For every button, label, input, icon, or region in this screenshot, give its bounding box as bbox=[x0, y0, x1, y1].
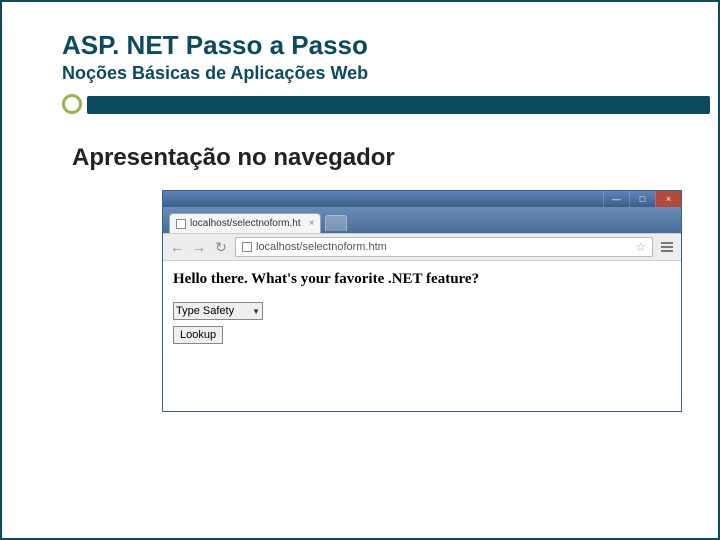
tab-strip: localhost/selectnoform.ht × bbox=[163, 207, 681, 233]
lookup-button[interactable]: Lookup bbox=[173, 326, 223, 344]
chevron-down-icon: ▼ bbox=[252, 307, 260, 316]
bookmark-star-icon[interactable]: ☆ bbox=[635, 240, 646, 254]
menu-icon[interactable] bbox=[659, 240, 675, 254]
globe-icon bbox=[242, 242, 252, 252]
close-button[interactable]: × bbox=[655, 191, 681, 207]
new-tab-button[interactable] bbox=[325, 215, 347, 231]
slide-title: ASP. NET Passo a Passo bbox=[62, 30, 680, 61]
address-bar[interactable]: localhost/selectnoform.htm ☆ bbox=[235, 237, 653, 257]
browser-toolbar: ← → ↻ localhost/selectnoform.htm ☆ bbox=[163, 233, 681, 261]
browser-tab[interactable]: localhost/selectnoform.ht × bbox=[169, 213, 321, 233]
browser-window: — □ × localhost/selectnoform.ht × ← → ↻ … bbox=[162, 190, 682, 412]
section-heading: Apresentação no navegador bbox=[72, 144, 680, 172]
bullet-icon bbox=[62, 94, 82, 114]
page-content: Hello there. What's your favorite .NET f… bbox=[163, 261, 681, 411]
reload-button[interactable]: ↻ bbox=[213, 239, 229, 256]
slide-subtitle: Noções Básicas de Aplicações Web bbox=[62, 63, 680, 84]
back-button[interactable]: ← bbox=[169, 239, 185, 255]
forward-button[interactable]: → bbox=[191, 239, 207, 255]
tab-label: localhost/selectnoform.ht bbox=[190, 218, 301, 229]
window-titlebar: — □ × bbox=[163, 191, 681, 207]
select-value: Type Safety bbox=[176, 305, 234, 317]
page-heading: Hello there. What's your favorite .NET f… bbox=[173, 271, 671, 288]
url-text: localhost/selectnoform.htm bbox=[256, 241, 631, 253]
tab-close-icon[interactable]: × bbox=[309, 218, 315, 229]
feature-select[interactable]: Type Safety ▼ bbox=[173, 302, 263, 320]
divider-bar bbox=[62, 88, 680, 124]
favicon-icon bbox=[176, 219, 186, 229]
minimize-button[interactable]: — bbox=[603, 191, 629, 207]
maximize-button[interactable]: □ bbox=[629, 191, 655, 207]
